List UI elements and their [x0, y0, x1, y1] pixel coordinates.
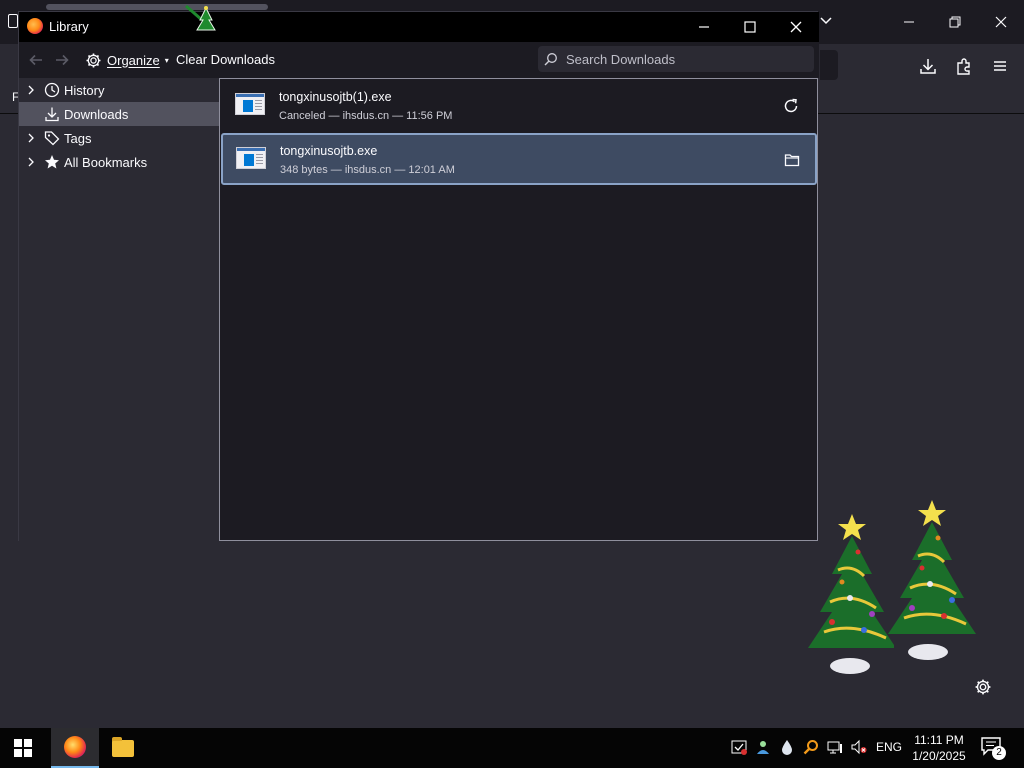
settings-gear-button[interactable]	[972, 676, 994, 698]
expand-chevron-icon[interactable]	[25, 133, 37, 143]
show-in-folder-button[interactable]	[781, 149, 803, 171]
hamburger-icon	[994, 61, 1006, 71]
library-sidebar: History Downloads Tags All Bookmarks	[19, 78, 219, 542]
clock-date: 1/20/2025	[912, 749, 966, 763]
start-button[interactable]	[14, 739, 32, 757]
browser-tab[interactable]	[46, 4, 268, 10]
taskbar: ENG 11:11 PM 1/20/2025 2	[0, 728, 1024, 768]
taskbar-firefox[interactable]	[51, 728, 99, 768]
tray-search-app-icon[interactable]	[802, 738, 820, 756]
clear-downloads-button[interactable]: Clear Downloads	[176, 52, 275, 67]
tray-network-user-icon[interactable]	[754, 738, 772, 756]
browser-close-button[interactable]	[981, 8, 1021, 36]
library-maximize-button[interactable]	[727, 12, 773, 42]
sidebar-item-tags[interactable]: Tags	[19, 126, 219, 150]
organize-button[interactable]: Organize ▾	[85, 50, 169, 70]
gear-icon	[86, 53, 101, 67]
extensions-button[interactable]	[950, 52, 978, 80]
library-title-bar: Library	[19, 12, 819, 42]
library-minimize-button[interactable]	[681, 12, 727, 42]
tab-overview-icon[interactable]	[8, 14, 18, 28]
downloads-list: tongxinusojtb(1).exe Canceled — ihsdus.c…	[219, 78, 818, 541]
sidebar-item-label: All Bookmarks	[64, 154, 148, 170]
search-downloads-field[interactable]	[538, 46, 814, 72]
expand-chevron-icon[interactable]	[25, 85, 37, 95]
chevron-down-icon: ▾	[164, 55, 169, 65]
executable-file-icon	[236, 147, 266, 169]
download-status: 348 bytes — ihsdus.cn — 12:01 AM	[280, 164, 455, 176]
download-file-name: tongxinusojtb(1).exe	[279, 90, 392, 104]
retry-icon	[784, 98, 798, 113]
tray-drop-icon[interactable]	[778, 738, 796, 756]
sidebar-item-label: History	[64, 82, 105, 98]
tag-icon	[43, 129, 61, 147]
christmas-tree-cursor-icon	[185, 4, 216, 31]
forward-arrow-icon	[56, 54, 69, 66]
firefox-icon	[64, 736, 86, 758]
search-icon	[544, 53, 557, 66]
organize-label: Organize	[107, 52, 160, 68]
browser-url-bar[interactable]	[820, 50, 838, 80]
folder-icon	[112, 736, 134, 757]
clock-icon	[43, 81, 61, 99]
sidebar-item-history[interactable]: History	[19, 78, 219, 102]
folder-icon	[784, 154, 800, 167]
download-file-name: tongxinusojtb.exe	[280, 144, 378, 158]
notification-center-button[interactable]: 2	[980, 736, 1006, 760]
browser-restore-button[interactable]	[935, 8, 975, 36]
puzzle-icon	[957, 58, 970, 75]
library-title: Library	[49, 19, 89, 34]
search-input[interactable]	[564, 50, 804, 68]
taskbar-file-explorer[interactable]	[99, 728, 147, 768]
download-item[interactable]: tongxinusojtb.exe 348 bytes — ihsdus.cn …	[221, 133, 817, 185]
forward-button[interactable]	[53, 51, 71, 69]
browser-minimize-button[interactable]	[889, 8, 929, 36]
download-icon	[43, 105, 61, 123]
download-status: Canceled — ihsdus.cn — 11:56 PM	[279, 110, 453, 122]
back-button[interactable]	[27, 51, 45, 69]
gear-icon	[975, 679, 991, 695]
star-icon	[43, 153, 61, 171]
sidebar-item-label: Tags	[64, 130, 92, 146]
firefox-icon	[27, 18, 43, 34]
tray-volume-muted-icon[interactable]	[850, 738, 868, 756]
christmas-tree-icon	[888, 500, 976, 660]
back-arrow-icon	[29, 54, 42, 66]
clock-time: 11:11 PM	[914, 733, 964, 747]
downloads-toolbar-button[interactable]	[914, 52, 942, 80]
executable-file-icon	[235, 93, 265, 115]
library-close-button[interactable]	[773, 12, 819, 42]
windows-logo-icon	[14, 739, 22, 747]
library-toolbar: Organize ▾ Clear Downloads	[19, 42, 819, 78]
library-window: Library Organize ▾ Clear Downloads Searc…	[18, 11, 819, 542]
taskbar-clock[interactable]: 11:11 PM 1/20/2025	[906, 732, 972, 764]
expand-chevron-icon[interactable]	[25, 157, 37, 167]
download-item[interactable]: tongxinusojtb(1).exe Canceled — ihsdus.c…	[220, 79, 817, 131]
retry-download-button[interactable]	[780, 95, 802, 117]
sidebar-item-all-bookmarks[interactable]: All Bookmarks	[19, 150, 219, 174]
sidebar-item-downloads[interactable]: Downloads	[19, 102, 219, 126]
tray-security-icon[interactable]	[730, 738, 748, 756]
download-icon	[920, 59, 936, 74]
notification-count-badge: 2	[992, 746, 1006, 760]
list-all-tabs-icon[interactable]	[818, 12, 834, 28]
app-menu-button[interactable]	[986, 52, 1014, 80]
language-indicator[interactable]: ENG	[876, 740, 902, 754]
sidebar-item-label: Downloads	[64, 106, 129, 122]
tray-network-icon[interactable]	[826, 738, 844, 756]
